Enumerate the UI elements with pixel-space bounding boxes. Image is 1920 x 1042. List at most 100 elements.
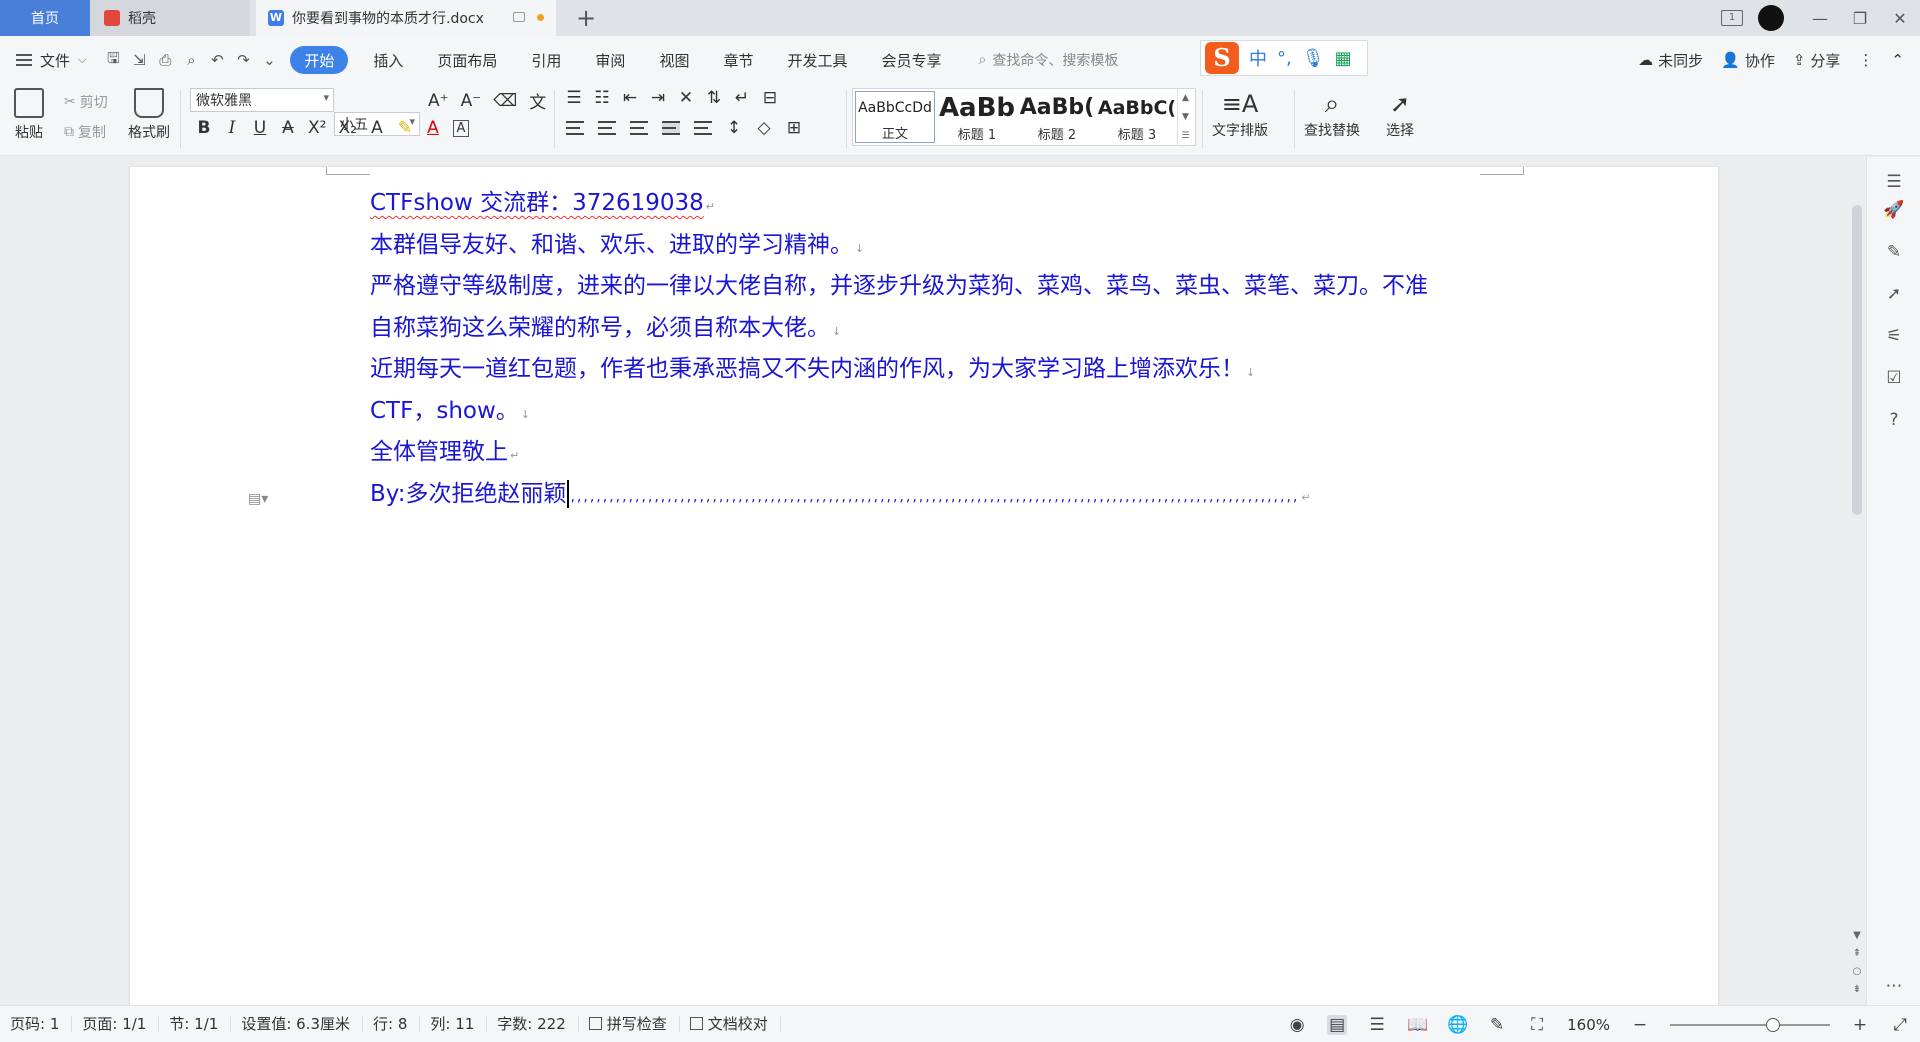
tab-developer[interactable]: 开发工具 <box>770 46 864 74</box>
doc-paragraph[interactable]: 全体管理敬上 ↵ <box>370 432 1670 474</box>
microphone-icon[interactable]: 🎙 <box>1302 48 1325 69</box>
find-replace-button[interactable]: ⌕ 查找替换 <box>1304 88 1360 140</box>
justify-icon[interactable] <box>662 121 680 135</box>
more-quick-icon[interactable]: ⌄ <box>256 51 282 69</box>
backup-box-icon[interactable]: ☑ <box>1883 367 1905 389</box>
numbered-list-icon[interactable]: ☷ <box>594 88 610 108</box>
rocket-icon[interactable]: 🚀 <box>1883 199 1905 221</box>
highlight-icon[interactable]: ✎ <box>397 118 413 138</box>
share-button[interactable]: ⇪ 分享 <box>1793 50 1841 71</box>
search-command-input[interactable]: ⌕ 查找命令、搜索模板 <box>979 50 1119 70</box>
help-icon[interactable]: ? <box>1883 409 1905 431</box>
doc-paragraph[interactable]: By:多次拒绝赵丽颖,,,,,,,,,,,,,,,,,,,,,,,,,,,,,,… <box>370 474 1670 516</box>
chevron-up-icon[interactable]: ▲ <box>1182 93 1189 103</box>
document-area[interactable]: ▤▾ CTFshow 交流群：372619038 ↵ 本群倡导友好、和谐、欢乐、进… <box>0 157 1848 1005</box>
font-name-select[interactable]: 微软雅黑 <box>190 88 334 112</box>
export-icon[interactable]: ⇲ <box>126 51 152 69</box>
line-spacing-icon[interactable]: ↕ <box>726 118 742 138</box>
borders-icon[interactable]: ⊞ <box>786 118 802 138</box>
text-layout-button[interactable]: ≡A 文字排版 <box>1212 88 1268 140</box>
tab-view[interactable]: 视图 <box>642 46 706 74</box>
eye-protect-icon[interactable]: ◉ <box>1287 1015 1307 1035</box>
tab-home[interactable]: 首页 <box>0 0 90 36</box>
outline-view-icon[interactable]: ☰ <box>1367 1015 1387 1035</box>
write-mode-icon[interactable]: ✎ <box>1487 1015 1507 1035</box>
strikethrough-icon[interactable]: A <box>280 118 296 138</box>
underline-icon[interactable]: U <box>252 118 268 138</box>
status-section[interactable]: 节: 1/1 <box>159 1016 232 1032</box>
status-page-number[interactable]: 页码: 1 <box>0 1016 73 1032</box>
close-button[interactable]: ✕ <box>1880 0 1920 36</box>
zoom-slider[interactable] <box>1670 1017 1830 1032</box>
style-heading-1[interactable]: AaBb 标题 1 <box>937 89 1017 145</box>
reading-view-icon[interactable]: 📖 <box>1407 1015 1428 1035</box>
save-icon[interactable]: 🖫 <box>100 48 126 73</box>
phonetic-icon[interactable]: 文 <box>529 88 546 113</box>
doc-paragraph[interactable]: 本群倡导友好、和谐、欢乐、进取的学习精神。 ↓ <box>370 225 1670 267</box>
format-painter-button[interactable]: 格式刷 <box>128 88 170 142</box>
more-vertical-icon[interactable]: ⋮ <box>1858 51 1873 69</box>
sort-icon[interactable]: ⇅ <box>706 88 722 108</box>
new-tab-button[interactable]: + <box>572 4 600 32</box>
doc-proof-button[interactable]: 文档校对 <box>680 1016 781 1032</box>
text-effect-icon[interactable]: A <box>369 118 385 138</box>
font-color-icon[interactable]: A <box>425 118 441 138</box>
copy-button[interactable]: ⧉ 复制 <box>64 122 106 142</box>
layout-switch-button[interactable]: 1 <box>1712 0 1752 36</box>
collapse-panel-icon[interactable]: ☰ <box>1883 171 1905 193</box>
tab-stop-icon[interactable]: ⊟ <box>762 88 778 108</box>
status-setting[interactable]: 设置值: 6.3厘米 <box>231 1016 363 1032</box>
redo-icon[interactable]: ↷ <box>230 51 256 69</box>
shading-icon[interactable]: ◇ <box>756 118 772 138</box>
subscript-icon[interactable]: X₂ <box>338 118 356 138</box>
status-word-count[interactable]: 字数: 222 <box>487 1016 579 1032</box>
zoom-level[interactable]: 160% <box>1567 1016 1610 1034</box>
paragraph-handle-icon[interactable]: ▤▾ <box>248 491 268 511</box>
tab-chapter[interactable]: 章节 <box>706 46 770 74</box>
sogou-logo-icon[interactable]: S <box>1205 42 1239 74</box>
superscript-icon[interactable]: X² <box>308 118 326 138</box>
pen-icon[interactable]: ✎ <box>1883 241 1905 263</box>
shrink-font-icon[interactable]: A⁻ <box>461 91 482 111</box>
fit-page-icon[interactable]: ⛶ <box>1527 1015 1547 1035</box>
ime-mode-label[interactable]: 中 <box>1249 45 1267 71</box>
chevron-down-icon[interactable]: ▼ <box>1182 112 1189 122</box>
grow-font-icon[interactable]: A⁺ <box>428 91 449 111</box>
document-page[interactable]: ▤▾ CTFshow 交流群：372619038 ↵ 本群倡导友好、和谐、欢乐、进… <box>130 167 1718 1005</box>
show-marks-icon[interactable]: ↵ <box>734 88 750 108</box>
ime-punct-label[interactable]: °, <box>1277 48 1292 69</box>
clear-format-icon[interactable]: ⌫ <box>493 91 517 111</box>
scrollbar-thumb[interactable] <box>1852 205 1862 515</box>
style-heading-2[interactable]: AaBb( 标题 2 <box>1017 89 1097 145</box>
align-left-icon[interactable] <box>566 121 584 135</box>
align-right-icon[interactable] <box>630 121 648 135</box>
bullet-list-icon[interactable]: ☰ <box>566 88 582 108</box>
collapse-ribbon-icon[interactable]: ⌃ <box>1891 51 1904 69</box>
fullscreen-icon[interactable]: ⤢ <box>1890 1015 1910 1035</box>
minimize-button[interactable]: — <box>1800 0 1840 36</box>
tab-insert[interactable]: 插入 <box>356 46 420 74</box>
status-pages[interactable]: 页面: 1/1 <box>72 1016 160 1032</box>
sync-button[interactable]: ☁ 未同步 <box>1638 50 1703 71</box>
apps-grid-icon[interactable]: ▦ <box>1335 48 1352 69</box>
spell-check-button[interactable]: 拼写检查 <box>579 1016 680 1032</box>
menu-file[interactable]: 文件 ⌵ <box>0 50 86 71</box>
more-horizontal-icon[interactable]: ⋯ <box>1883 975 1905 997</box>
expand-icon[interactable]: ☰ <box>1181 131 1189 141</box>
vertical-scrollbar[interactable]: ▼ ⇞ ○ ⇟ <box>1848 157 1866 1005</box>
doc-paragraph[interactable]: 严格遵守等级制度，进来的一律以大佬自称，并逐步升级为菜狗、菜鸡、菜鸟、菜虫、菜笔… <box>370 266 1670 308</box>
tab-member[interactable]: 会员专享 <box>864 46 958 74</box>
style-heading-3[interactable]: AaBbC( 标题 3 <box>1097 89 1177 145</box>
page-view-icon[interactable]: ▤ <box>1327 1014 1348 1035</box>
status-row[interactable]: 行: 8 <box>363 1016 421 1032</box>
screen-icon[interactable] <box>513 12 525 22</box>
tab-review[interactable]: 审阅 <box>578 46 642 74</box>
settings-sliders-icon[interactable]: ⚟ <box>1883 325 1905 347</box>
bold-icon[interactable]: B <box>196 118 212 138</box>
paste-button[interactable]: 粘贴 <box>14 88 44 142</box>
styles-scroll[interactable]: ▲ ▼ ☰ <box>1177 89 1193 145</box>
decrease-indent-icon[interactable]: ⇤ <box>622 88 638 108</box>
italic-icon[interactable]: I <box>224 118 240 138</box>
tab-daoke[interactable]: 稻壳 <box>90 0 250 36</box>
print-preview-icon[interactable]: ⌕ <box>178 51 204 69</box>
